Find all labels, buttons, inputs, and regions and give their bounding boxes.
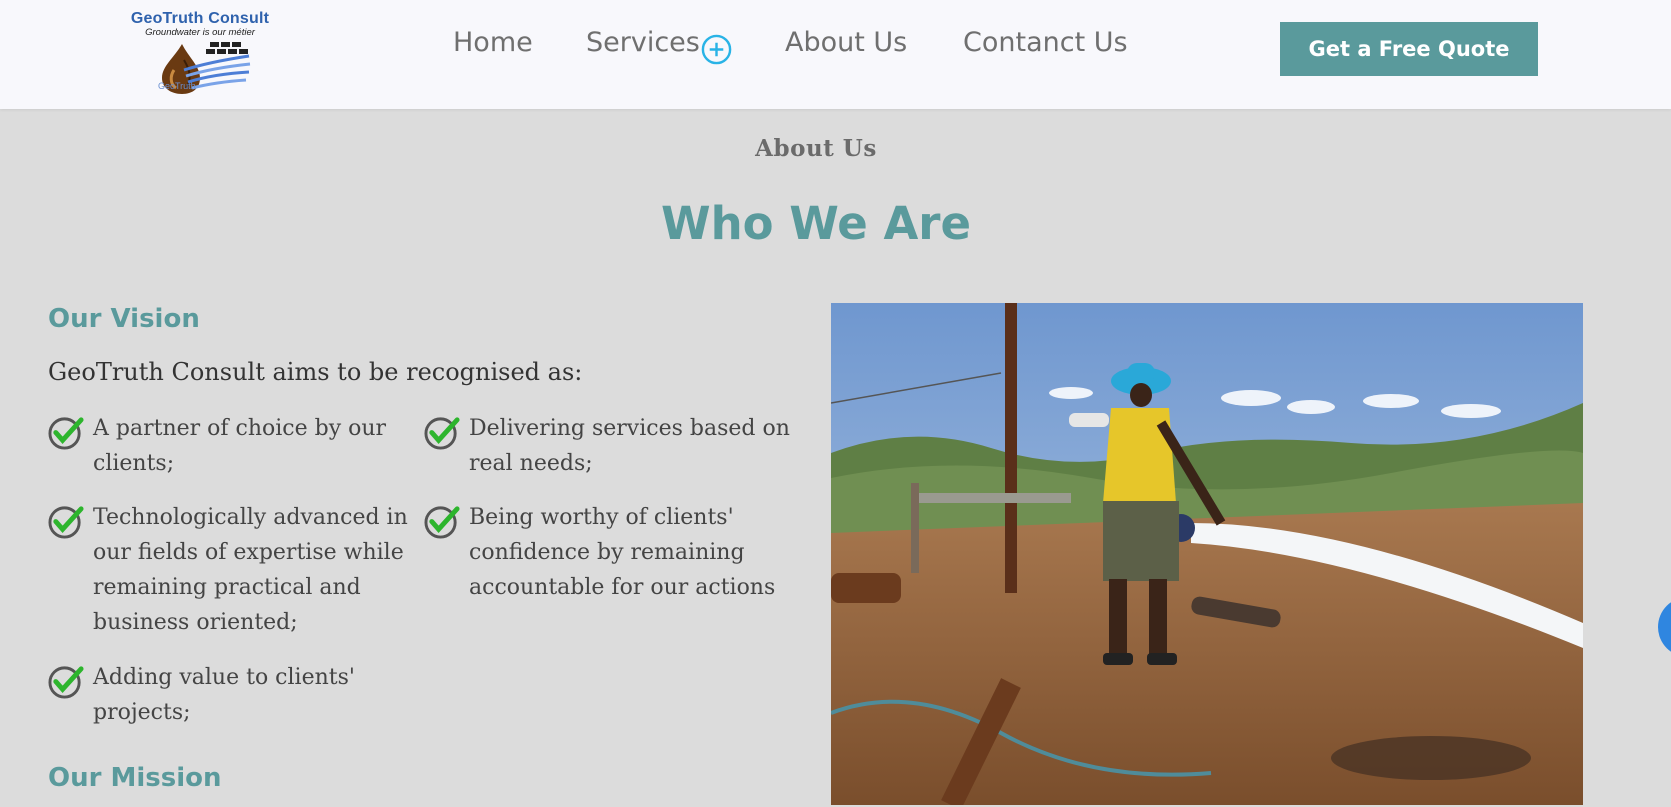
nav-home[interactable]: Home — [453, 27, 533, 58]
logo-small-text: GeoTruth — [158, 81, 196, 91]
check-icon — [48, 417, 84, 450]
bullet-text: Delivering services based on real needs; — [469, 416, 790, 476]
vision-bullet: Technologically advanced in our fields o… — [48, 500, 428, 642]
bullet-text: Being worthy of clients' confidence by r… — [469, 505, 776, 600]
check-icon — [424, 417, 460, 450]
vision-title: Our Vision — [48, 304, 200, 334]
check-icon — [48, 666, 84, 699]
borehole-photo — [831, 303, 1583, 805]
check-icon — [48, 506, 84, 539]
logo-title: GeoTruth Consult — [130, 10, 270, 27]
vision-bullet: Adding value to clients' projects; — [48, 660, 428, 732]
site-header: GeoTruth Consult Groundwater is our méti… — [0, 0, 1671, 109]
vision-bullet: Being worthy of clients' confidence by r… — [424, 500, 804, 608]
logo-tagline: Groundwater is our métier — [145, 27, 255, 38]
section-eyebrow: About Us — [755, 135, 877, 162]
bullet-text: Adding value to clients' projects; — [93, 665, 355, 725]
nav-contact-us[interactable]: Contanct Us — [963, 27, 1128, 58]
bullet-text: Technologically advanced in our fields o… — [93, 505, 408, 635]
nav-services[interactable]: Services — [586, 27, 700, 58]
vision-bullet: A partner of choice by our clients; — [48, 411, 428, 483]
chat-widget-button[interactable] — [1658, 597, 1671, 657]
check-icon — [424, 506, 460, 539]
nav-about-us[interactable]: About Us — [785, 27, 907, 58]
vision-intro: GeoTruth Consult aims to be recognised a… — [48, 358, 583, 386]
get-quote-button[interactable]: Get a Free Quote — [1280, 22, 1538, 76]
plus-circle-icon[interactable] — [700, 33, 733, 66]
section-heading: Who We Are — [660, 197, 971, 250]
company-logo[interactable]: GeoTruth Consult Groundwater is our méti… — [108, 10, 292, 96]
vision-bullet: Delivering services based on real needs; — [424, 411, 804, 483]
bullet-text: A partner of choice by our clients; — [93, 416, 387, 476]
mission-title: Our Mission — [48, 763, 222, 793]
borehole-photo-image — [831, 303, 1583, 805]
